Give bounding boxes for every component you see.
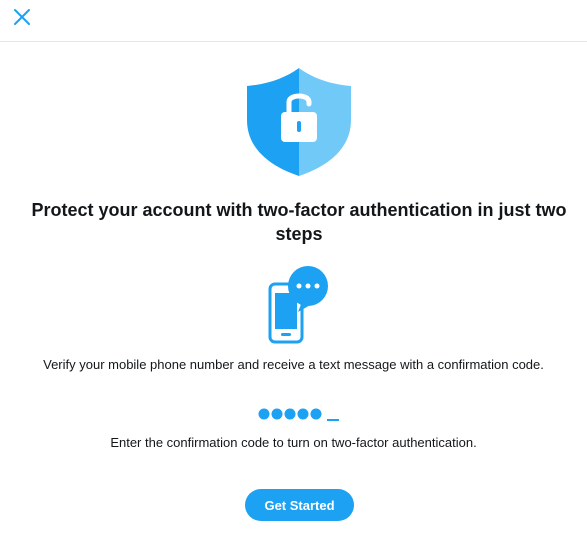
dialog-header [0,0,587,42]
shield-lock-icon [247,68,351,176]
page-title: Protect your account with two-factor aut… [31,200,567,244]
phone-message-icon [268,266,328,344]
close-button[interactable] [10,5,34,29]
two-factor-dialog: Protect your account with two-factor aut… [0,0,587,535]
confirmation-code-icon [258,408,339,421]
close-icon [14,9,30,25]
step-2-text: Enter the confirmation code to turn on t… [110,435,477,450]
get-started-button[interactable]: Get Started [245,489,354,521]
step-1-text: Verify your mobile phone number and rece… [43,357,544,372]
